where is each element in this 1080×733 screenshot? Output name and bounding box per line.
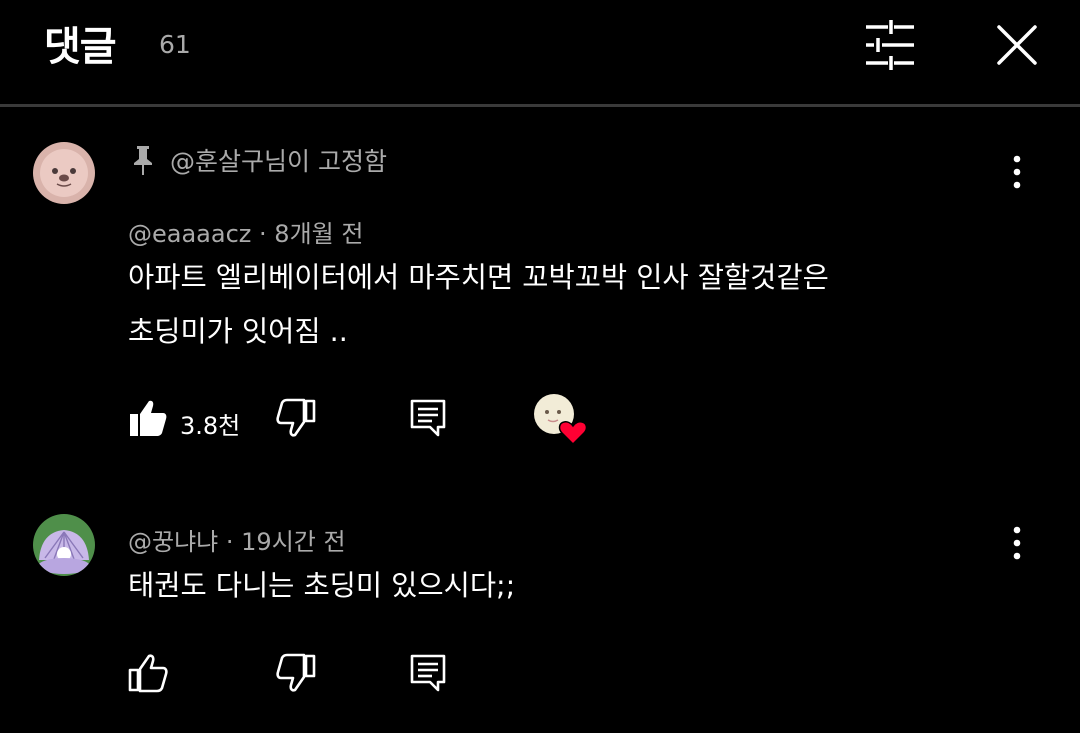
meta-separator: · <box>259 220 275 248</box>
reply-icon[interactable] <box>408 653 448 693</box>
comments-title: 댓글 <box>44 24 117 70</box>
comments-header: 댓글 61 <box>0 0 1080 107</box>
comment-actions <box>0 653 700 703</box>
comment-author[interactable]: @eaaaacz <box>128 220 251 248</box>
thumbs-down-icon[interactable] <box>276 653 316 693</box>
comment-author[interactable]: @꿍냐냐 <box>128 528 218 556</box>
comment-time: 8개월 전 <box>274 220 364 248</box>
pinned-text: @훈살구님이 고정함 <box>170 147 387 176</box>
avatar[interactable] <box>33 514 95 576</box>
thumbs-up-icon[interactable] <box>128 653 168 693</box>
comment-text: 태권도 다니는 초딩미 있으시다;; <box>128 569 516 602</box>
comment-text: 아파트 엘리베이터에서 마주치면 꼬박꼬박 인사 잘할것같은 초딩미가 잇어짐 … <box>128 261 829 348</box>
thumbs-up-icon[interactable] <box>128 398 168 438</box>
thumbs-down-icon[interactable] <box>276 398 316 438</box>
pin-icon <box>134 146 152 175</box>
meta-separator: · <box>225 528 242 556</box>
reply-icon[interactable] <box>408 398 448 438</box>
sliders-icon[interactable] <box>862 18 916 72</box>
more-vertical-icon[interactable] <box>1000 152 1034 192</box>
like-count: 3.8천 <box>180 412 241 440</box>
comment-meta: @꿍냐냐 · 19시간 전 <box>128 522 346 557</box>
comment-count: 61 <box>159 30 191 59</box>
comment-item: @훈살구님이 고정함 @eaaaacz · 8개월 전 아파트 엘리베이터에서 … <box>0 140 1080 470</box>
comment-item: @꿍냐냐 · 19시간 전 태권도 다니는 초딩미 있으시다;; <box>0 510 1080 710</box>
more-vertical-icon[interactable] <box>1000 523 1034 563</box>
avatar[interactable] <box>33 142 95 204</box>
comment-time: 19시간 전 <box>241 528 346 556</box>
close-icon[interactable] <box>990 18 1044 72</box>
pinned-label: @훈살구님이 고정함 <box>130 142 387 178</box>
comment-actions: 3.8천 <box>0 394 700 448</box>
creator-heart-icon <box>533 394 593 448</box>
comment-meta: @eaaaacz · 8개월 전 <box>128 214 363 249</box>
